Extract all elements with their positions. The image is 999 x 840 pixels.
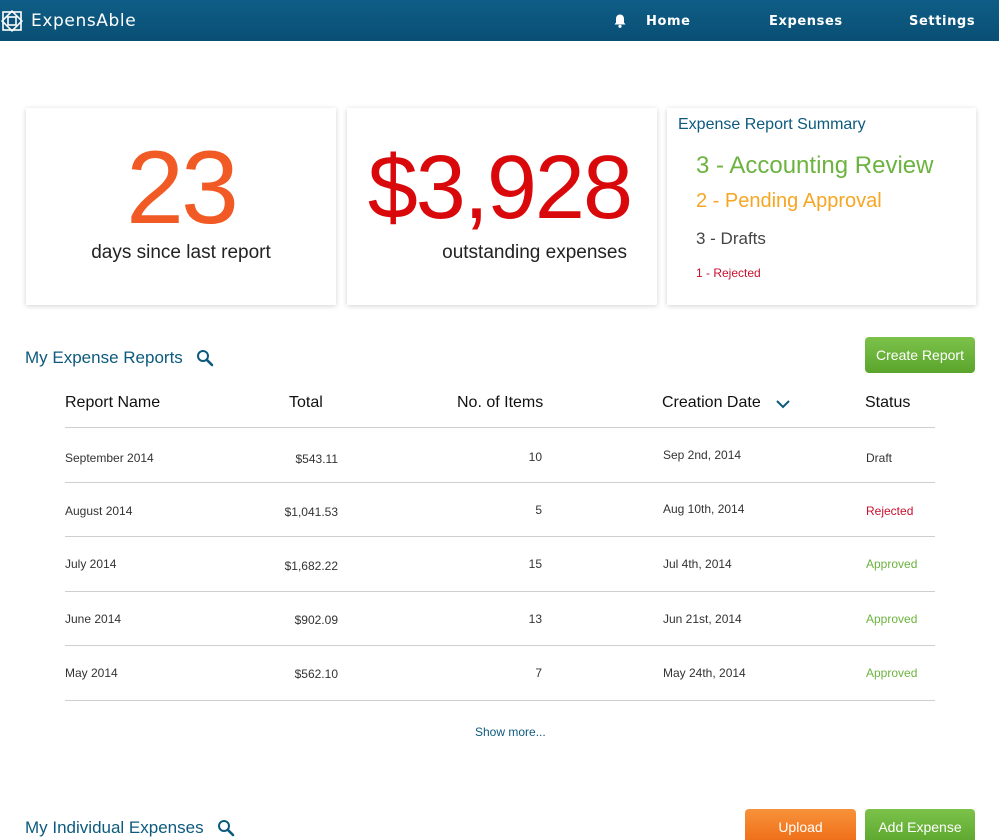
table-row-date: Sep 2nd, 2014 — [663, 448, 742, 462]
table-row-items: 5 — [535, 503, 542, 517]
table-row-date: Aug 10th, 2014 — [663, 502, 745, 516]
amount-value: $3,928 — [367, 138, 633, 238]
table-divider — [65, 645, 935, 646]
search-icon[interactable] — [195, 348, 215, 368]
table-divider — [65, 427, 935, 428]
top-navigation-bar: ExpensAble Home Expenses Settings — [0, 0, 999, 41]
nav-expenses[interactable]: Expenses — [769, 14, 843, 29]
table-row-name[interactable]: September 2014 — [65, 451, 154, 465]
table-row-date: Jul 4th, 2014 — [663, 557, 732, 571]
nav-home[interactable]: Home — [646, 14, 691, 29]
table-row-name[interactable]: June 2014 — [65, 612, 121, 626]
status-badge: Rejected — [866, 504, 914, 518]
chevron-down-icon[interactable] — [775, 398, 791, 410]
brand-name: ExpensAble — [31, 11, 137, 31]
show-more-link[interactable]: Show more... — [475, 725, 546, 739]
table-row-total: $562.10 — [294, 667, 338, 681]
expense-report-summary-card: Expense Report Summary 3 - Accounting Re… — [667, 108, 976, 305]
table-row-name[interactable]: August 2014 — [65, 504, 132, 518]
days-value: 23 — [126, 130, 239, 246]
column-header-status[interactable]: Status — [865, 394, 910, 412]
table-row-total: $902.09 — [294, 613, 338, 627]
table-row-total: $1,682.22 — [284, 559, 338, 573]
summary-accounting-review[interactable]: 3 - Accounting Review — [696, 152, 933, 180]
table-divider — [65, 536, 935, 537]
table-row-total: $543.11 — [295, 452, 339, 466]
table-row-items: 7 — [535, 666, 542, 680]
add-expense-button[interactable]: Add Expense — [865, 809, 975, 840]
section-title-label: My Expense Reports — [25, 348, 183, 367]
column-header-items[interactable]: No. of Items — [457, 394, 543, 412]
summary-pending-approval[interactable]: 2 - Pending Approval — [696, 190, 882, 213]
table-row-items: 10 — [528, 450, 542, 464]
days-caption: days since last report — [91, 242, 271, 263]
table-row-name[interactable]: July 2014 — [65, 557, 116, 571]
table-divider — [65, 482, 935, 483]
table-row-date: May 24th, 2014 — [663, 666, 746, 680]
table-row-items: 13 — [528, 612, 542, 626]
summary-rejected[interactable]: 1 - Rejected — [696, 266, 761, 280]
status-badge: Draft — [866, 451, 893, 465]
table-row-name[interactable]: May 2014 — [65, 666, 118, 680]
column-header-report-name[interactable]: Report Name — [65, 394, 160, 412]
bell-icon[interactable] — [612, 13, 628, 29]
status-badge: Approved — [866, 666, 918, 680]
search-icon[interactable] — [216, 818, 236, 838]
status-badge: Approved — [866, 557, 918, 571]
brand[interactable]: ExpensAble — [0, 8, 136, 34]
outstanding-expenses-card: $3,928 outstanding expenses — [347, 108, 657, 305]
table-row-items: 15 — [528, 557, 542, 571]
table-divider — [65, 591, 935, 592]
table-divider — [65, 700, 935, 701]
amount-caption: outstanding expenses — [442, 242, 627, 263]
status-badge: Approved — [866, 612, 918, 626]
column-header-creation-date[interactable]: Creation Date — [662, 394, 761, 412]
table-row-total: $1,041.53 — [284, 505, 338, 519]
column-header-total[interactable]: Total — [289, 394, 323, 412]
upload-button[interactable]: Upload — [745, 809, 856, 840]
summary-drafts[interactable]: 3 - Drafts — [696, 229, 766, 249]
my-expense-reports-heading: My Expense Reports — [25, 348, 215, 368]
brand-logo-icon — [0, 9, 24, 33]
summary-title: Expense Report Summary — [678, 116, 866, 133]
section-title-label: My Individual Expenses — [25, 818, 204, 837]
nav-settings[interactable]: Settings — [909, 14, 975, 29]
table-row-date: Jun 21st, 2014 — [663, 612, 742, 626]
days-since-report-card: 23 days since last report — [26, 108, 336, 305]
my-individual-expenses-heading: My Individual Expenses — [25, 818, 236, 838]
create-report-button[interactable]: Create Report — [865, 337, 975, 373]
